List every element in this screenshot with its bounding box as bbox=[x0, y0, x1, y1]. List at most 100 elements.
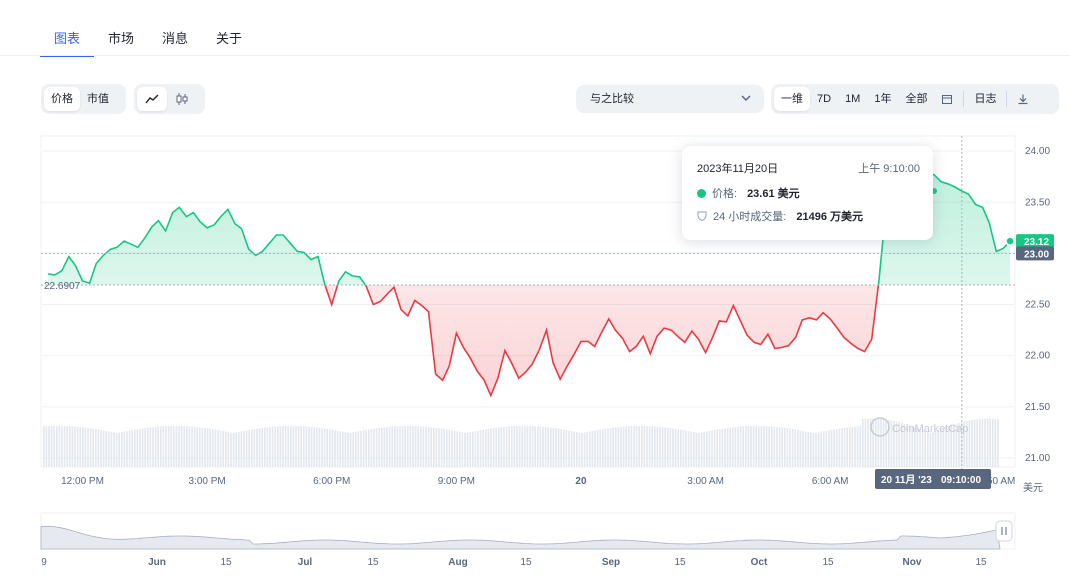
y-tick-label: 21.00 bbox=[1025, 453, 1050, 464]
volume-bar bbox=[817, 432, 820, 467]
volume-bar bbox=[128, 430, 131, 467]
volume-bar bbox=[989, 418, 991, 467]
x-tick-label: 20 bbox=[575, 476, 587, 487]
volume-bar bbox=[394, 426, 396, 467]
volume-bar bbox=[256, 428, 258, 467]
volume-bar bbox=[386, 426, 388, 467]
volume-bar bbox=[976, 419, 978, 467]
volume-bar bbox=[253, 429, 256, 467]
volume-bar bbox=[604, 428, 607, 467]
time-navigator[interactable]: 9 Jun 15 Jul 15 Aug 15 Sep 15 Oct 15 Nov 15 bbox=[40, 512, 1016, 568]
volume-bar bbox=[992, 418, 994, 467]
volume-bar bbox=[732, 427, 734, 467]
volume-bar bbox=[981, 418, 984, 467]
volume-bar bbox=[789, 428, 791, 467]
volume-bar bbox=[297, 425, 300, 467]
volume-bar bbox=[401, 425, 404, 467]
tooltip-time: 上午 9:10:00 bbox=[858, 163, 920, 175]
volume-bar bbox=[505, 426, 508, 467]
volume-bar bbox=[188, 426, 191, 467]
volume-bar bbox=[290, 425, 292, 467]
tooltip-price-row: 价格: 23.61 美元 bbox=[697, 185, 800, 201]
volume-bar bbox=[139, 428, 141, 467]
volume-bar bbox=[50, 425, 53, 467]
volume-bar bbox=[542, 426, 544, 467]
volume-bar bbox=[92, 428, 94, 467]
volume-bar bbox=[500, 427, 503, 467]
volume-bar bbox=[186, 426, 188, 467]
volume-bar bbox=[123, 431, 126, 467]
volume-bar bbox=[362, 430, 365, 467]
volume-bar bbox=[739, 426, 742, 467]
volume-bar bbox=[490, 428, 492, 467]
volume-bar bbox=[633, 425, 635, 467]
volume-bar bbox=[927, 431, 929, 467]
volume-bar bbox=[937, 430, 939, 467]
volume-bar bbox=[854, 426, 856, 467]
volume-bar bbox=[191, 426, 193, 467]
volume-bar bbox=[534, 426, 536, 467]
volume-bar bbox=[438, 428, 440, 467]
volume-bar bbox=[820, 431, 822, 467]
navigator-label: 15 bbox=[822, 557, 834, 568]
volume-bar bbox=[495, 427, 497, 467]
volume-bar bbox=[737, 426, 739, 467]
volume-bar bbox=[838, 428, 841, 467]
volume-bar bbox=[612, 427, 614, 467]
tooltip-volume-value: 21496 万美元 bbox=[796, 211, 864, 223]
volume-bar bbox=[674, 428, 677, 467]
volume-bar bbox=[503, 426, 505, 467]
price-chart[interactable]: 22.6907 24.00 23.50 23.00 22.50 22.00 21.50 21… bbox=[0, 0, 1070, 585]
volume-bar bbox=[656, 426, 659, 467]
volume-bar bbox=[758, 425, 760, 467]
volume-bar bbox=[615, 427, 617, 467]
volume-bar bbox=[654, 426, 656, 467]
volume-bar bbox=[797, 429, 799, 467]
tooltip-volume-label: 24 小时成交量: bbox=[713, 211, 787, 223]
volume-bar bbox=[323, 428, 326, 467]
volume-bar bbox=[209, 428, 211, 467]
volume-bar bbox=[529, 425, 531, 467]
volume-bar bbox=[594, 430, 596, 467]
volume-bar bbox=[391, 426, 393, 467]
volume-bar bbox=[199, 427, 201, 467]
volume-bar bbox=[134, 429, 136, 467]
volume-bar bbox=[167, 425, 170, 467]
volume-bar bbox=[427, 426, 430, 467]
volume-bar bbox=[204, 428, 206, 467]
volume-bar bbox=[383, 427, 386, 467]
volume-bar bbox=[885, 419, 887, 467]
navigator-label: Oct bbox=[751, 557, 768, 568]
volume-bar bbox=[625, 426, 627, 467]
volume-bar bbox=[71, 426, 74, 467]
volume-bar bbox=[144, 428, 146, 467]
volume-bar bbox=[303, 426, 305, 467]
volume-bar bbox=[149, 427, 152, 467]
volume-bar bbox=[217, 430, 219, 467]
x-tick-label: 3:00 PM bbox=[189, 476, 226, 487]
y-tick-label: 24.00 bbox=[1025, 146, 1050, 157]
volume-bar bbox=[76, 426, 79, 467]
volume-bar bbox=[924, 430, 926, 467]
volume-bar bbox=[469, 432, 471, 467]
volume-bar bbox=[349, 432, 352, 467]
navigator-label: 15 bbox=[367, 557, 379, 568]
volume-bar bbox=[492, 428, 495, 467]
volume-bar bbox=[240, 431, 243, 467]
current-price-dot bbox=[1005, 236, 1015, 246]
price-dot-icon bbox=[697, 188, 706, 198]
volume-bar bbox=[245, 430, 248, 467]
volume-bar bbox=[154, 426, 157, 467]
volume-bar bbox=[378, 427, 380, 467]
volume-bar bbox=[643, 425, 646, 467]
volume-bar bbox=[105, 430, 107, 467]
volume-bar bbox=[695, 432, 698, 467]
volume-bar bbox=[997, 419, 999, 467]
volume-bar bbox=[518, 425, 521, 467]
volume-bar bbox=[755, 425, 757, 467]
volume-bar bbox=[222, 431, 224, 467]
volume-bar bbox=[422, 426, 425, 467]
volume-bar bbox=[708, 430, 711, 467]
volume-bar bbox=[433, 427, 435, 467]
volume-bar bbox=[760, 425, 763, 467]
